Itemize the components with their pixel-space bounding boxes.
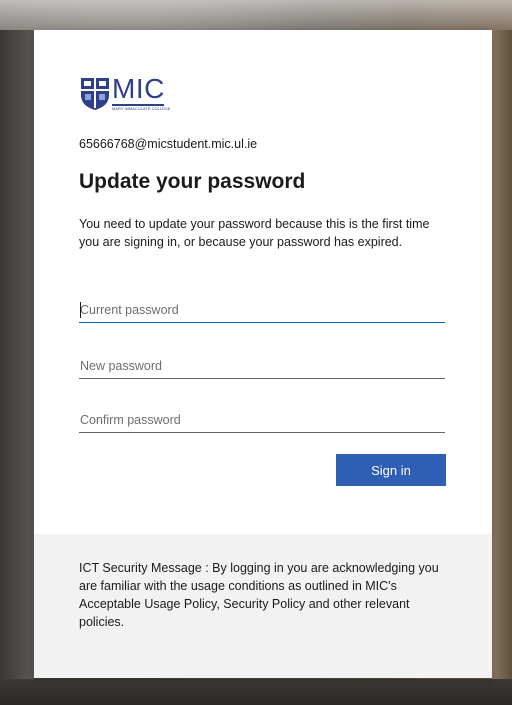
current-password-input[interactable] [79, 297, 445, 323]
logo-text: MIC [112, 73, 165, 104]
sign-in-card: MIC MARY IMMACULATE COLLEGE 65666768@mic… [34, 30, 492, 678]
background-right-edge [492, 30, 512, 705]
college-crest-icon [81, 78, 109, 110]
text-caret [80, 302, 81, 318]
new-password-input[interactable] [79, 353, 445, 379]
password-update-panel: MIC MARY IMMACULATE COLLEGE 65666768@mic… [34, 30, 492, 534]
page-title: Update your password [79, 170, 306, 193]
security-message-panel: ICT Security Message : By logging in you… [34, 534, 492, 678]
security-message: ICT Security Message : By logging in you… [79, 561, 439, 629]
logo-subtext: MARY IMMACULATE COLLEGE [112, 106, 171, 111]
confirm-password-input[interactable] [79, 407, 445, 433]
logo-wordmark: MIC MARY IMMACULATE COLLEGE [112, 75, 170, 111]
page-description: You need to update your password because… [79, 217, 430, 249]
mic-logo: MIC MARY IMMACULATE COLLEGE [79, 75, 170, 111]
background-left-edge [0, 30, 34, 705]
account-email: 65666768@micstudent.mic.ul.ie [79, 137, 258, 151]
background-bottom-edge [0, 679, 512, 705]
sign-in-button[interactable]: Sign in [336, 454, 446, 486]
